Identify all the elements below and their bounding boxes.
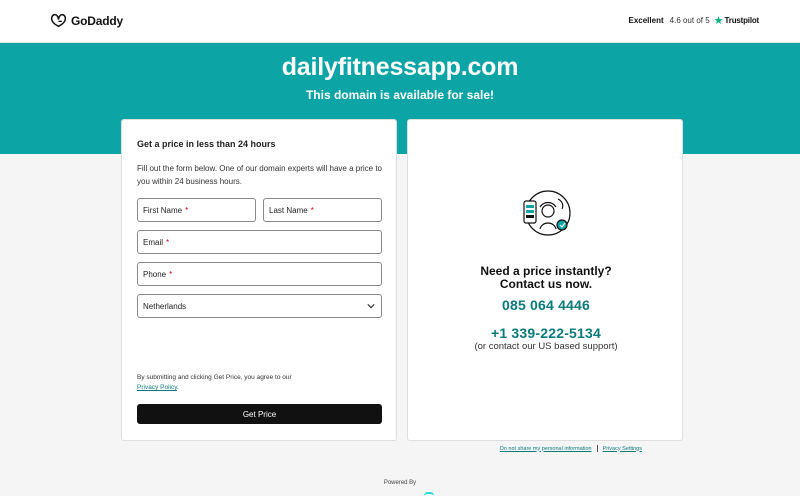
consent-statement: By submitting and clicking Get Price, yo… <box>137 374 292 381</box>
chevron-down-icon <box>367 304 375 309</box>
email-input[interactable]: Email * <box>137 230 382 254</box>
required-mark: * <box>166 237 170 247</box>
country-select[interactable]: Netherlands <box>137 294 382 318</box>
rating-label: Excellent <box>628 16 664 25</box>
last-name-input[interactable]: Last Name * <box>263 198 382 222</box>
get-price-button[interactable]: Get Price <box>137 404 382 424</box>
form-title: Get a price in less than 24 hours <box>137 139 276 149</box>
first-name-placeholder: First Name <box>143 205 183 215</box>
logo-text: GoDaddy <box>71 13 123 28</box>
contact-card: Need a price instantly? Contact us now. … <box>407 119 683 441</box>
email-placeholder: Email <box>143 237 164 247</box>
do-not-share-link[interactable]: Do not share my personal information <box>500 446 592 452</box>
domain-name: dailyfitnessapp.com <box>281 53 519 81</box>
godaddy-logo-icon <box>50 13 67 28</box>
consent-text: By submitting and clicking Get Price, yo… <box>137 373 383 393</box>
contact-title-line2: Contact us now. <box>499 277 593 291</box>
contact-title: Need a price instantly? Contact us now. <box>408 265 684 291</box>
phone-input[interactable]: Phone * <box>137 262 382 286</box>
required-mark: * <box>169 269 173 279</box>
footer-divider <box>596 445 598 452</box>
powered-by-label: Powered By <box>383 480 417 486</box>
consent-period: . <box>176 384 179 391</box>
form-description: Fill out the form below. One of our doma… <box>137 164 383 186</box>
sale-tagline: This domain is available for sale! <box>305 88 495 102</box>
privacy-settings-link[interactable]: Privacy Settings <box>603 446 642 452</box>
phone-placeholder: Phone <box>143 269 167 279</box>
price-request-form: Get a price in less than 24 hours Fill o… <box>121 119 397 441</box>
country-selected-value: Netherlands <box>143 301 187 311</box>
support-note: (or contact our US based support) <box>474 341 618 352</box>
local-phone-link[interactable]: 085 064 4446 <box>408 297 684 313</box>
us-phone-link[interactable]: +1 339-222-5134 <box>408 325 684 341</box>
godaddy-logo[interactable]: GoDaddy <box>50 13 123 28</box>
phone-support-illustration <box>523 190 571 236</box>
rating-score: 4.6 out of 5 <box>669 16 710 25</box>
first-name-input[interactable]: First Name * <box>137 198 256 222</box>
top-bar: GoDaddy Excellent 4.6 out of 5 ★ Trustpi… <box>0 0 800 43</box>
powered-by-logo-icon <box>424 492 434 496</box>
last-name-placeholder: Last Name <box>269 205 308 215</box>
contact-title-line1: Need a price instantly? <box>480 264 612 278</box>
trustpilot-rating[interactable]: Excellent 4.6 out of 5 ★ Trustpilot <box>628 14 760 27</box>
footer-links: Do not share my personal information Pri… <box>0 445 642 452</box>
privacy-policy-link[interactable]: Privacy Policy <box>137 384 177 391</box>
trustpilot-star-icon: ★ <box>713 14 724 27</box>
required-mark: * <box>185 205 189 215</box>
required-mark: * <box>310 205 314 215</box>
rating-provider: Trustpilot <box>724 16 760 25</box>
